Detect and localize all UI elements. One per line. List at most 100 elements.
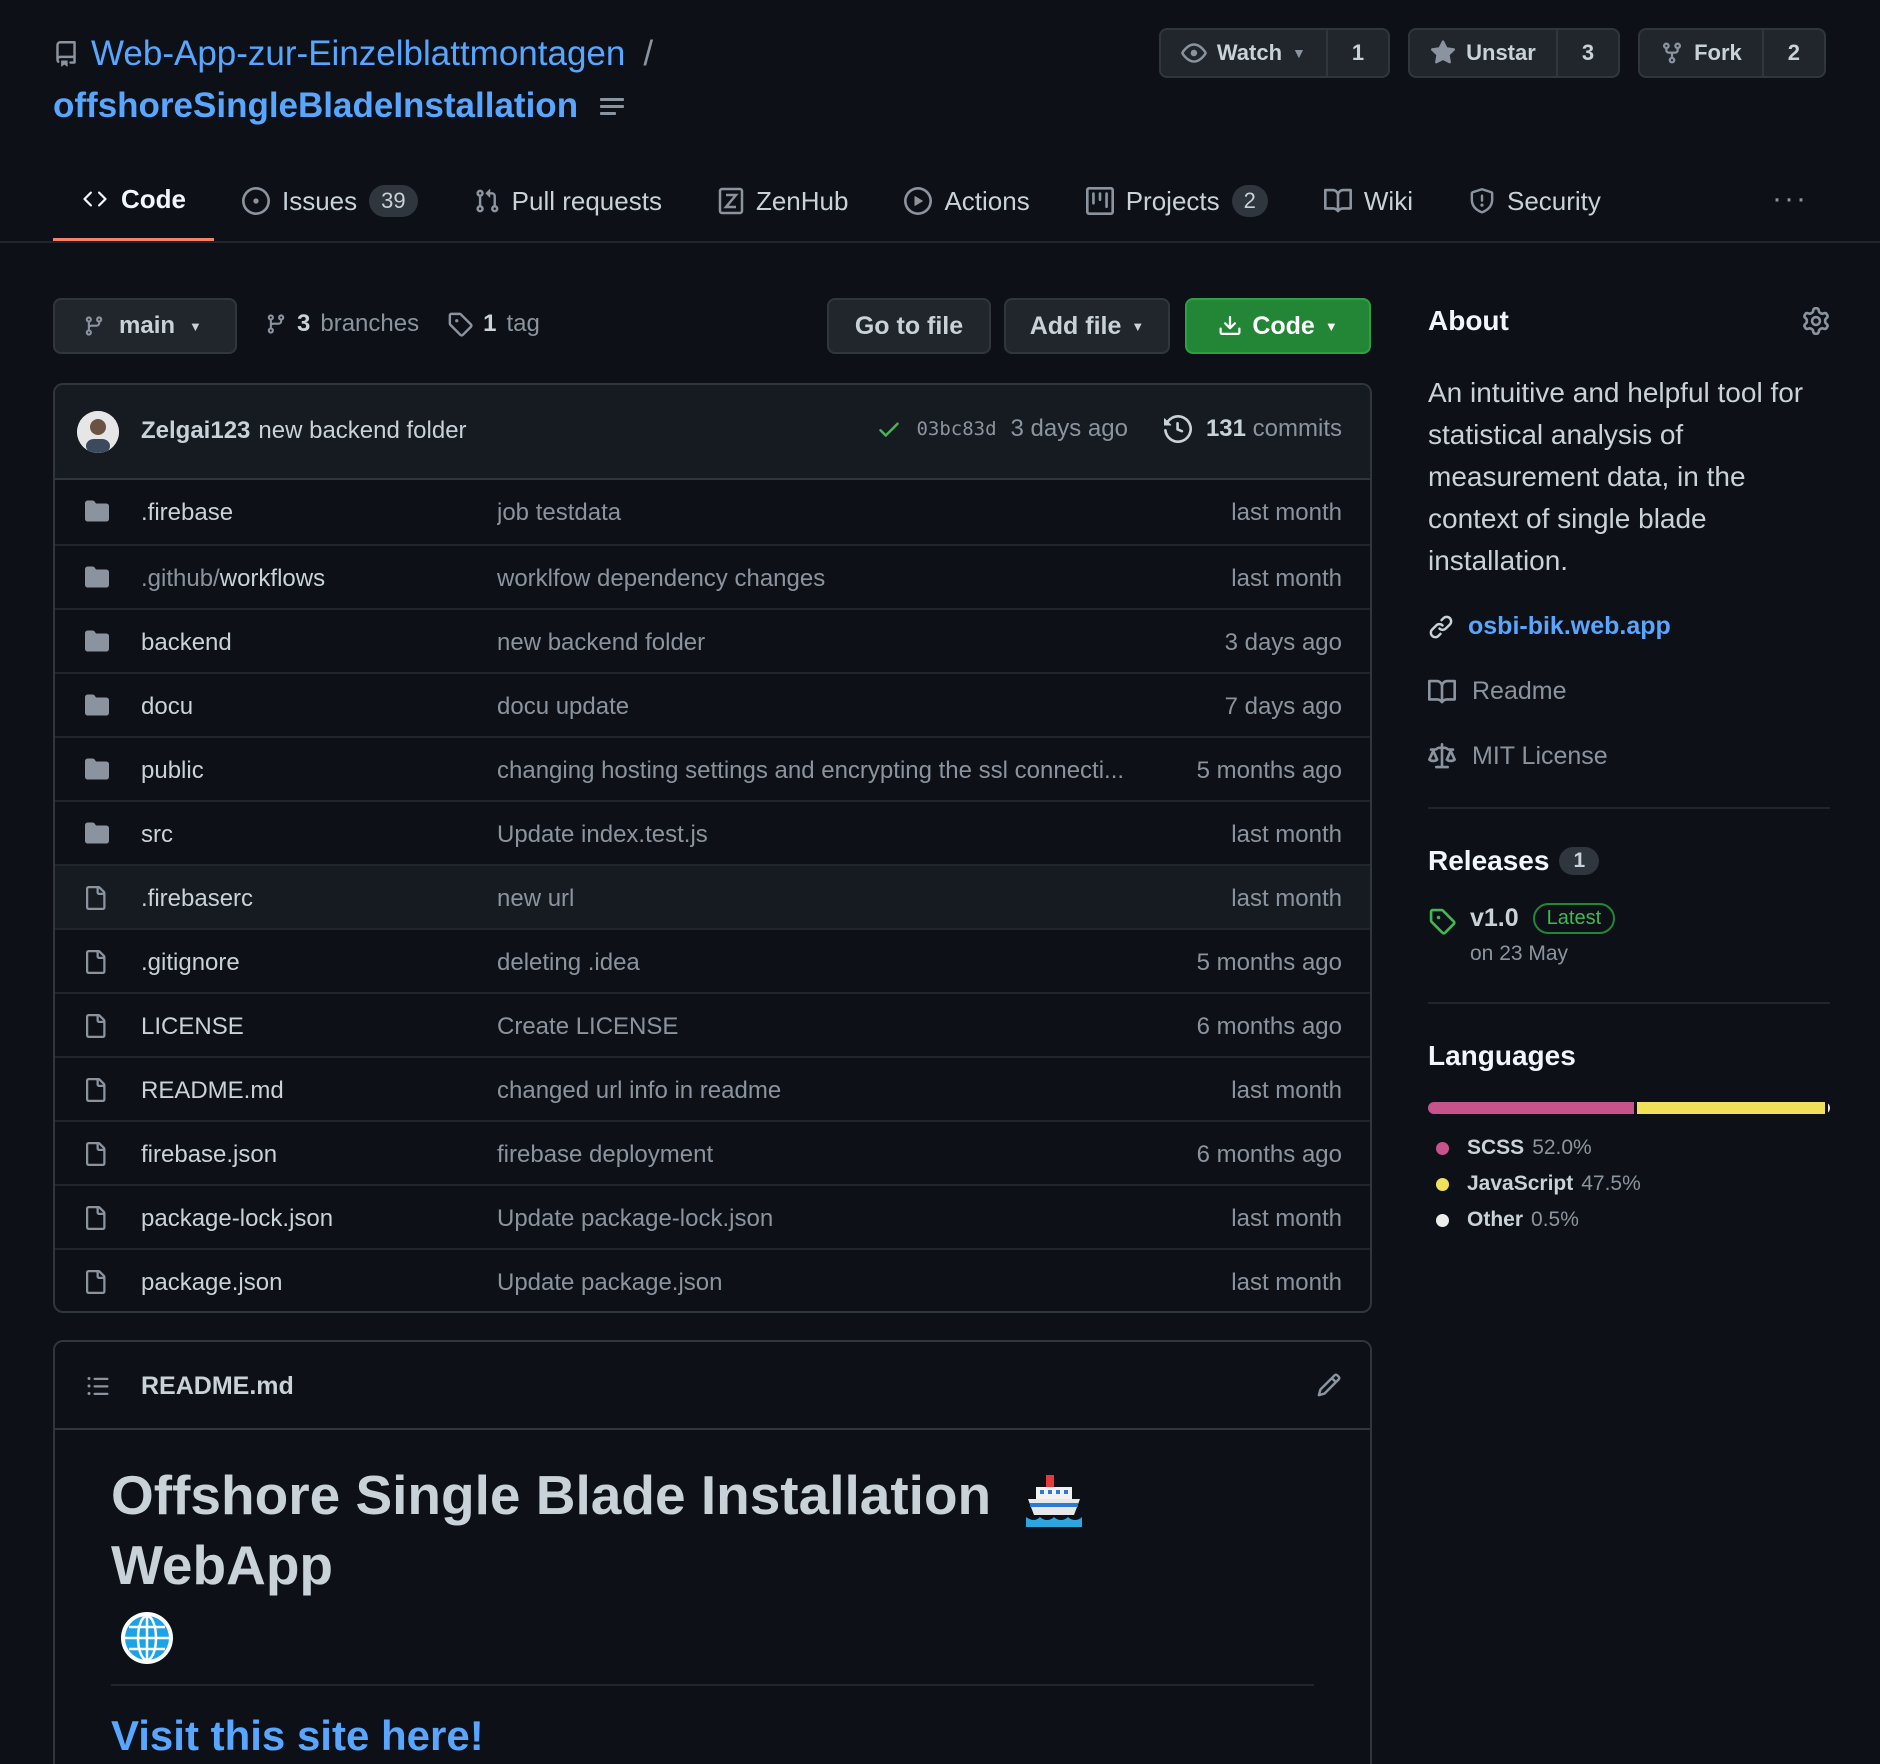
table-row[interactable]: .gitignore deleting .idea 5 months ago [55, 928, 1370, 992]
language-item[interactable]: SCSS 52.0% [1428, 1136, 1830, 1160]
list-icon[interactable] [600, 95, 625, 117]
tab-zenhub[interactable]: ZenHub [690, 168, 877, 234]
language-bar [1428, 1102, 1830, 1114]
table-row[interactable]: package-lock.json Update package-lock.jso… [55, 1184, 1370, 1248]
file-name[interactable]: package-lock.json [141, 1205, 333, 1233]
repo-title: Web-App-zur-Einzelblattmontagen / offsho… [53, 28, 653, 132]
file-commit-message[interactable]: worklfow dependency changes [497, 565, 1137, 593]
unstar-button[interactable]: Unstar [1410, 30, 1556, 76]
watch-button[interactable]: Watch ▼ [1161, 30, 1326, 76]
visit-site-link[interactable]: Visit this site here! [111, 1712, 1314, 1764]
fork-button[interactable]: Fork [1640, 30, 1762, 76]
file-age: last month [1231, 1269, 1342, 1296]
file-commit-message[interactable]: Create LICENSE [497, 1013, 1137, 1041]
tab-code[interactable]: Code [53, 168, 214, 242]
file-name[interactable]: public [141, 757, 204, 785]
file-age: last month [1231, 885, 1342, 912]
table-row[interactable]: .firebase job testdata last month [55, 480, 1370, 544]
add-file-button[interactable]: Add file ▼ [1004, 298, 1170, 354]
license-link-label: MIT License [1472, 742, 1608, 770]
fork-count[interactable]: 2 [1761, 30, 1824, 76]
readme-filename[interactable]: README.md [141, 1372, 294, 1401]
about-title: About [1428, 305, 1509, 336]
file-name[interactable]: .firebase [141, 499, 233, 527]
code-download-button[interactable]: Code ▼ [1185, 298, 1371, 354]
license-link[interactable]: MIT License [1428, 742, 1830, 771]
file-commit-message[interactable]: docu update [497, 693, 1137, 721]
file-commit-message[interactable]: changing hosting settings and encrypting… [497, 757, 1137, 785]
watch-count[interactable]: 1 [1325, 30, 1388, 76]
tags-link[interactable]: 1 tag [447, 310, 540, 338]
tab-wiki[interactable]: Wiki [1296, 168, 1441, 234]
tab-zenhub-label: ZenHub [755, 185, 849, 216]
commit-author[interactable]: Zelgai123 new backend folder [141, 417, 467, 445]
file-name[interactable]: LICENSE [141, 1013, 244, 1041]
file-name[interactable]: .github/workflows [141, 565, 325, 593]
file-commit-message[interactable]: Update index.test.js [497, 821, 1137, 849]
table-row[interactable]: package.json Update package.json last mont… [55, 1248, 1370, 1311]
language-item[interactable]: JavaScript 47.5% [1428, 1172, 1830, 1196]
file-commit-message[interactable]: deleting .idea [497, 949, 1137, 977]
gear-icon[interactable] [1802, 307, 1830, 335]
website-link[interactable]: osbi-bik.web.app [1428, 612, 1830, 641]
table-row[interactable]: README.md changed url info in readme last … [55, 1056, 1370, 1120]
file-name-text: docu [141, 693, 194, 720]
repo-name-link[interactable]: offshoreSingleBladeInstallation [53, 80, 578, 132]
table-row[interactable]: firebase.json firebase deployment 6 months… [55, 1120, 1370, 1184]
commit-sha[interactable]: 03bc83d [916, 418, 996, 440]
more-tabs-button[interactable]: ··· [1772, 182, 1808, 216]
tag-icon [447, 311, 473, 337]
tab-actions[interactable]: Actions [876, 168, 1057, 234]
folder-icon [83, 821, 111, 845]
branch-meta: 3 branches 1 tag [265, 310, 540, 338]
file-name[interactable]: package.json [141, 1269, 282, 1297]
readme-link[interactable]: Readme [1428, 677, 1830, 706]
file-name[interactable]: README.md [141, 1077, 284, 1105]
commits-link[interactable]: 131 commits [1206, 415, 1342, 443]
check-icon[interactable] [876, 416, 902, 442]
pencil-icon[interactable] [1316, 1372, 1342, 1398]
branch-icon [83, 313, 105, 339]
file-name[interactable]: src [141, 821, 173, 849]
star-count[interactable]: 3 [1555, 30, 1618, 76]
repo-owner-link[interactable]: Web-App-zur-Einzelblattmontagen [91, 28, 625, 80]
table-row[interactable]: backend new backend folder 3 days ago [55, 608, 1370, 672]
table-row[interactable]: docu docu update 7 days ago [55, 672, 1370, 736]
language-item[interactable]: Other 0.5% [1428, 1208, 1830, 1232]
commit-message[interactable]: new backend folder [258, 417, 466, 444]
file-name-text: backend [141, 629, 232, 656]
tab-projects[interactable]: Projects 2 [1058, 168, 1296, 234]
avatar[interactable] [77, 411, 119, 453]
file-name[interactable]: firebase.json [141, 1141, 277, 1169]
file-commit-message[interactable]: job testdata [497, 499, 1137, 527]
commit-author-name[interactable]: Zelgai123 [141, 417, 250, 444]
tab-issues[interactable]: Issues 39 [214, 168, 446, 234]
tab-pull-requests[interactable]: Pull requests [446, 168, 690, 234]
file-commit-message[interactable]: Update package.json [497, 1269, 1137, 1297]
branch-select-button[interactable]: main ▼ [53, 298, 237, 354]
file-name[interactable]: backend [141, 629, 232, 657]
file-name[interactable]: docu [141, 693, 193, 721]
tab-security[interactable]: Security [1441, 168, 1629, 234]
folder-icon [83, 565, 111, 589]
file-commit-message[interactable]: new url [497, 885, 1137, 913]
branches-link[interactable]: 3 branches [265, 310, 419, 338]
release-item[interactable]: v1.0 Latest on 23 May [1428, 903, 1830, 966]
file-name[interactable]: .firebaserc [141, 885, 253, 913]
table-row[interactable]: .github/workflows worklfow dependency cha… [55, 544, 1370, 608]
list-unordered-icon[interactable] [85, 1374, 111, 1398]
file-commit-message[interactable]: Update package-lock.json [497, 1205, 1137, 1233]
file-name[interactable]: .gitignore [141, 949, 240, 977]
table-row[interactable]: LICENSE Create LICENSE 6 months ago [55, 992, 1370, 1056]
file-age: 5 months ago [1196, 757, 1342, 784]
releases-title[interactable]: Releases 1 [1428, 845, 1830, 877]
file-commit-message[interactable]: firebase deployment [497, 1141, 1137, 1169]
file-name-text: workflows [219, 565, 326, 592]
go-to-file-button[interactable]: Go to file [827, 298, 991, 354]
file-commit-message[interactable]: new backend folder [497, 629, 1137, 657]
file-commit-message[interactable]: changed url info in readme [497, 1077, 1137, 1105]
table-row[interactable]: src Update index.test.js last month [55, 800, 1370, 864]
table-row[interactable]: .firebaserc new url last month [55, 864, 1370, 928]
release-version: v1.0 [1470, 904, 1519, 932]
table-row[interactable]: public changing hosting settings and encr… [55, 736, 1370, 800]
